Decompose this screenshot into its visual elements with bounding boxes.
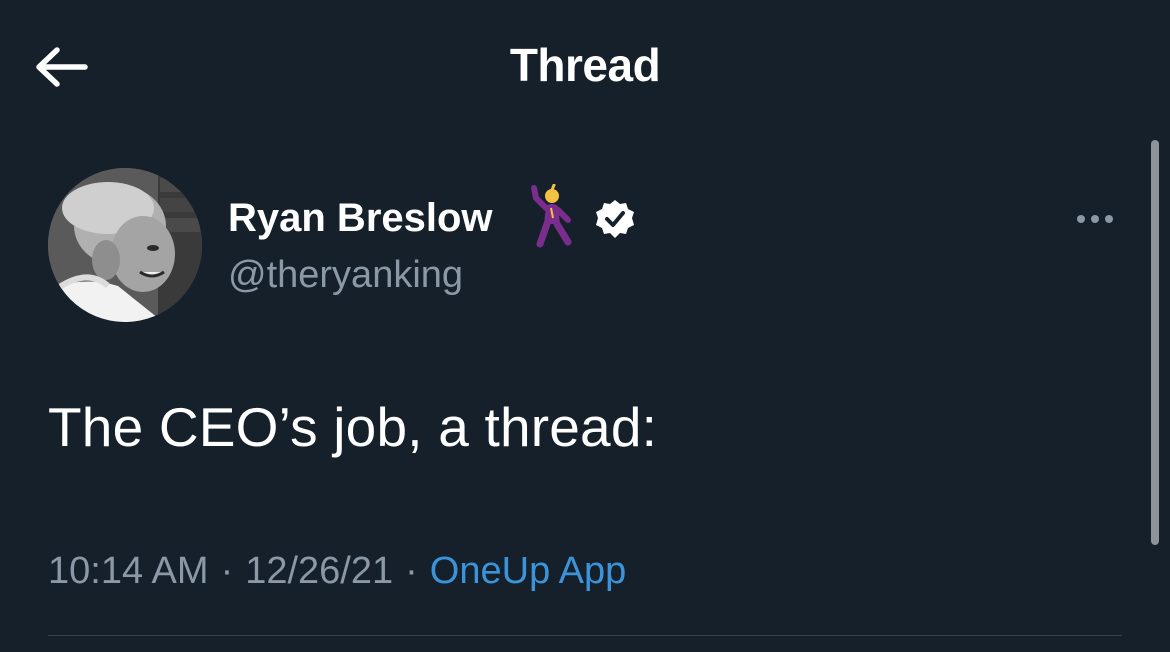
tweet-source-link[interactable]: OneUp App xyxy=(430,550,626,592)
more-horizontal-icon-dot xyxy=(1091,215,1099,223)
avatar-image xyxy=(48,168,202,322)
separator: · xyxy=(405,550,418,592)
separator: · xyxy=(220,550,234,592)
verified-badge-icon xyxy=(596,200,634,238)
avatar[interactable] xyxy=(48,168,202,322)
more-options-button[interactable] xyxy=(1070,204,1120,234)
tweet-date: 12/26/21 xyxy=(245,550,394,592)
dancing-man-emoji-icon xyxy=(531,184,572,248)
more-horizontal-icon-dot xyxy=(1105,215,1113,223)
page-title: Thread xyxy=(509,39,661,91)
author-handle[interactable]: @theryanking xyxy=(228,254,463,297)
scrollbar[interactable] xyxy=(1151,140,1159,545)
top-bar: Thread xyxy=(0,0,1170,135)
tweet-time: 10:14 AM xyxy=(48,550,209,592)
more-horizontal-icon-dot xyxy=(1077,215,1085,223)
tweet-metadata: 10:14 AM · 12/26/21 · OneUp App xyxy=(48,550,626,593)
divider xyxy=(48,635,1122,636)
author-display-name[interactable]: Ryan Breslow xyxy=(228,196,493,241)
tweet-text: The CEO’s job, a thread: xyxy=(48,396,658,458)
